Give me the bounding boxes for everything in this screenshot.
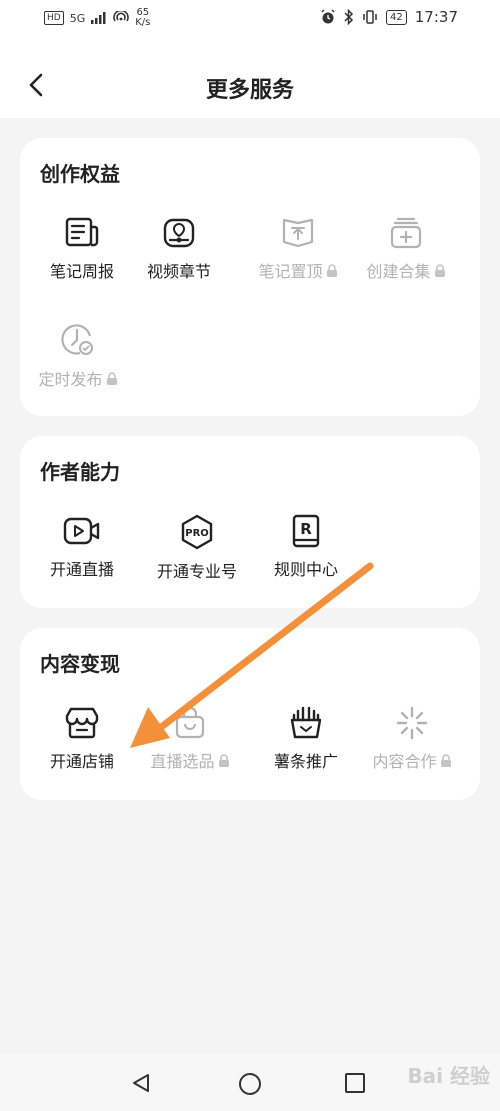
video-chapter-icon <box>163 218 195 248</box>
item-label: 直播选品 <box>150 752 215 771</box>
section-creation-rights: 创作权益 笔记周报 视频章节 笔记置顶 创建合集 定时发布 <box>20 138 480 416</box>
lock-icon <box>106 371 117 385</box>
hd-indicator: HD <box>44 11 64 25</box>
shopping-bag-icon <box>175 706 205 739</box>
lock-icon <box>440 753 451 767</box>
item-label: 薯条推广 <box>273 752 338 771</box>
live-stream-icon <box>63 517 100 545</box>
hotspot-icon <box>113 11 130 22</box>
nav-home-icon[interactable] <box>238 1072 262 1096</box>
item-label: 定时发布 <box>38 370 103 389</box>
nav-recents-icon[interactable] <box>344 1072 366 1094</box>
watermark: Bai 经验 <box>407 1064 490 1088</box>
battery-indicator: 42 <box>386 9 407 25</box>
item-label: 创建合集 <box>366 262 431 281</box>
status-right: 42 17:37 <box>320 8 458 26</box>
pro-badge-text: PRO <box>185 528 209 539</box>
item-label: 笔记置顶 <box>258 262 323 281</box>
shop-icon <box>65 707 99 739</box>
signal-icon <box>91 12 106 24</box>
item-label: 内容合作 <box>372 752 437 771</box>
item-label: 视频章节 <box>146 262 211 281</box>
section-title: 作者能力 <box>40 460 120 484</box>
lock-icon <box>326 263 337 277</box>
item-create-collection[interactable]: 创建合集 <box>360 216 452 282</box>
section-author-abilities: 作者能力 开通直播 PRO 开通专业号 R 规则中心 <box>20 436 480 608</box>
speed-unit: K/s <box>135 17 151 28</box>
item-note-report[interactable]: 笔记周报 <box>36 216 128 282</box>
rules-badge-text: R <box>300 520 312 538</box>
network-speed: 65 K/s <box>135 8 150 28</box>
item-label: 开通直播 <box>49 560 114 579</box>
section-monetization: 内容变现 开通店铺 直播选品 薯条推广 内容合作 <box>20 628 480 800</box>
status-left: HD 5G 65 K/s <box>44 8 150 28</box>
status-bar: HD 5G 65 K/s 42 17:37 <box>0 0 500 36</box>
item-live-stream[interactable]: 开通直播 <box>36 514 128 580</box>
section-title: 内容变现 <box>40 652 120 676</box>
item-label: 规则中心 <box>273 560 338 579</box>
pro-account-icon: PRO <box>181 514 213 550</box>
alarm-icon <box>321 9 335 24</box>
lock-icon <box>434 263 445 277</box>
item-live-selection[interactable]: 直播选品 <box>144 706 236 772</box>
item-label: 开通专业号 <box>156 562 237 581</box>
item-content-cooperation[interactable]: 内容合作 <box>366 706 458 772</box>
page-title: 更多服务 <box>205 78 294 103</box>
pin-top-icon <box>282 218 314 248</box>
item-label: 开通店铺 <box>49 752 114 771</box>
item-pin-top[interactable]: 笔记置顶 <box>252 216 344 282</box>
item-rules-center[interactable]: R 规则中心 <box>260 514 352 580</box>
lock-icon <box>218 753 229 767</box>
item-scheduled-publish[interactable]: 定时发布 <box>32 322 124 390</box>
header: 更多服务 <box>0 36 500 118</box>
rules-center-icon: R <box>292 514 320 548</box>
bluetooth-icon <box>344 9 354 25</box>
item-video-chapter[interactable]: 视频章节 <box>133 216 225 282</box>
nav-back-icon[interactable] <box>130 1072 152 1094</box>
section-title: 创作权益 <box>40 162 120 186</box>
item-label: 笔记周报 <box>49 262 114 281</box>
fries-promotion-icon <box>290 706 322 739</box>
item-open-shop[interactable]: 开通店铺 <box>36 706 128 772</box>
network-label: 5G <box>69 11 86 25</box>
item-pro-account[interactable]: PRO 开通专业号 <box>147 514 247 582</box>
vibrate-icon <box>363 10 377 24</box>
clock: 17:37 <box>414 8 458 26</box>
create-collection-icon <box>390 217 422 249</box>
scheduled-publish-icon <box>61 324 93 355</box>
note-report-icon <box>65 217 99 247</box>
cooperation-icon <box>396 706 428 740</box>
item-fries-promotion[interactable]: 薯条推广 <box>260 706 352 772</box>
